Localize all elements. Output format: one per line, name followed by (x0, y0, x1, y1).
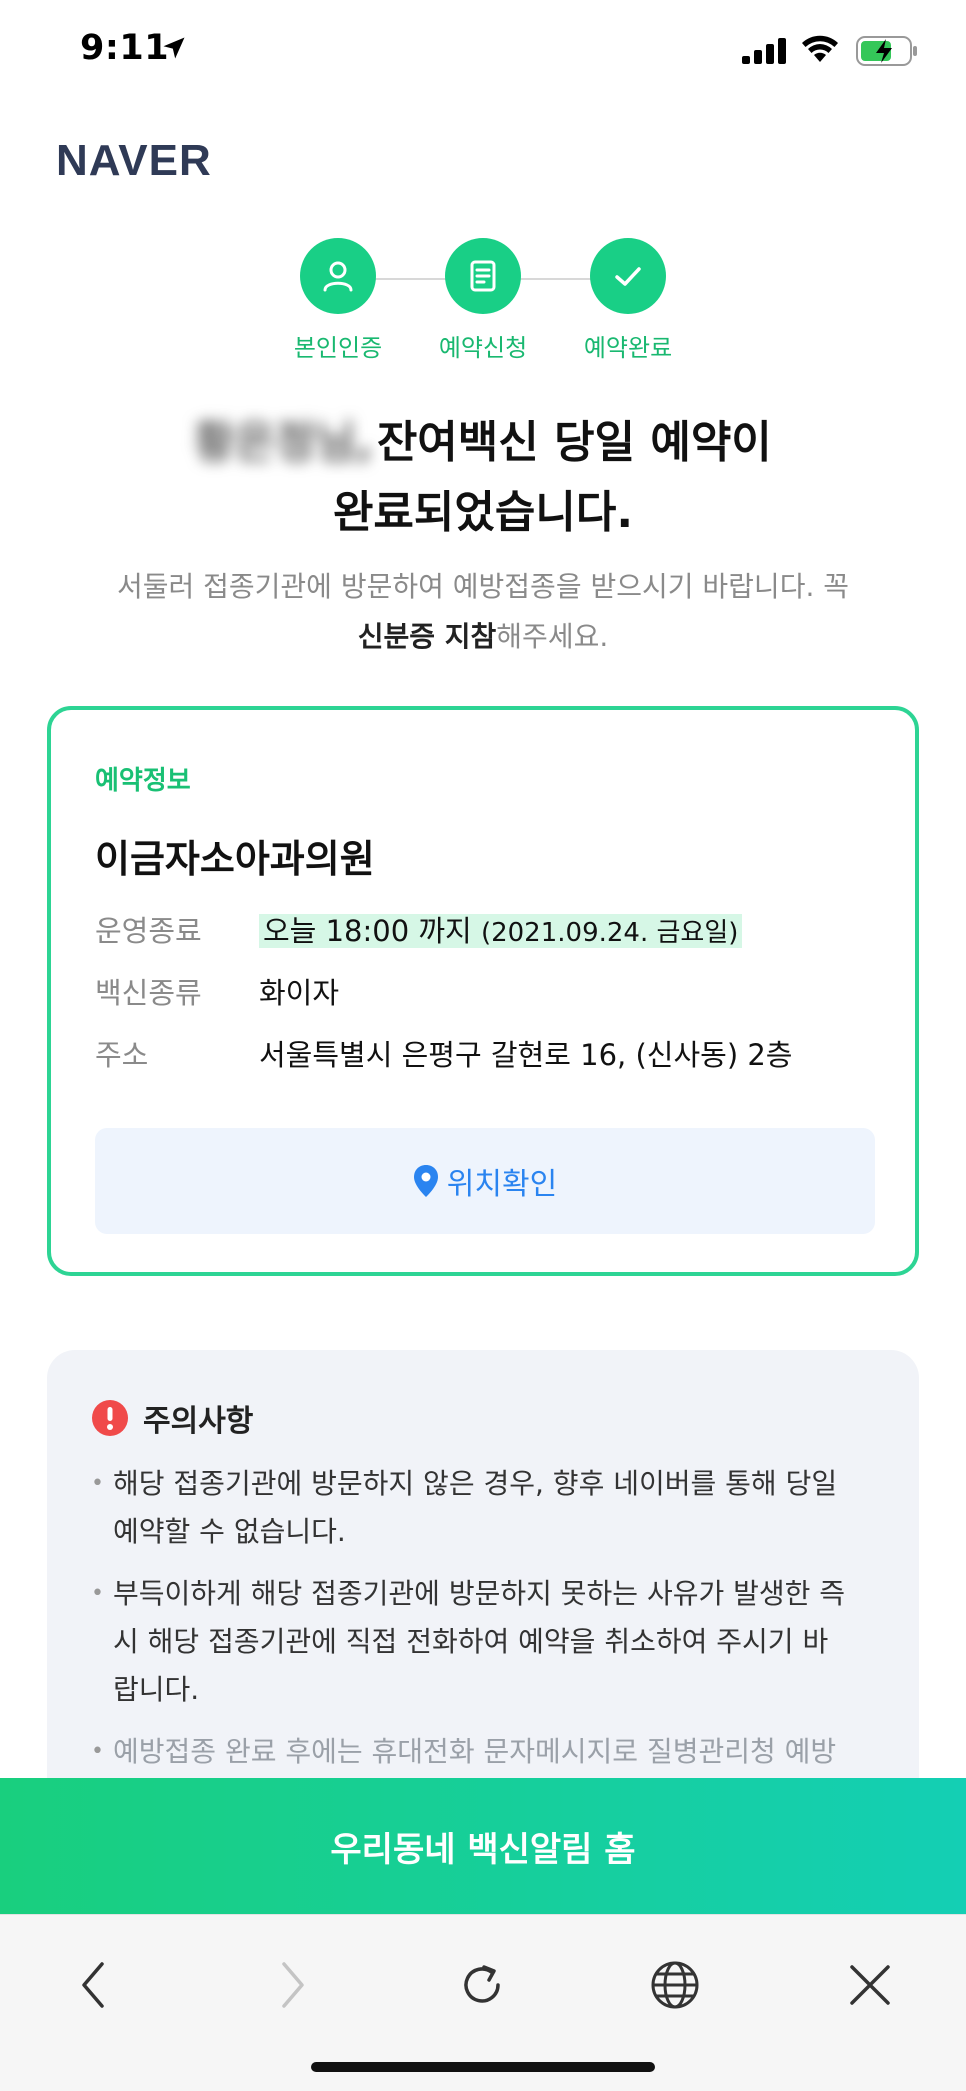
close-button[interactable] (840, 1955, 900, 2015)
notice-item: 해당 접종기관에 방문하지 않은 경우, 향후 네이버를 통해 당일 예약할 수… (91, 1460, 881, 1556)
card-tag: 예약정보 (95, 766, 191, 796)
info-label: 백신종류 (95, 976, 202, 1010)
back-icon (82, 1962, 104, 2008)
step-label: 본인인증 (293, 334, 383, 362)
forward-icon (282, 1962, 304, 2008)
close-icon (850, 1965, 890, 2005)
status-time: 9:11 (80, 28, 170, 68)
progress-steps: 본인인증 예약신청 예약완료 (0, 238, 966, 368)
location-arrow-icon (163, 37, 185, 59)
wifi-icon (802, 35, 838, 62)
cta-label: 우리동네 백신알림 홈 (330, 1829, 636, 1870)
step-label: 예약신청 (438, 334, 528, 362)
warning-icon (92, 1400, 128, 1436)
reservation-card: 예약정보 이금자소아과의원 운영종료 오늘 18:00 까지 (2021.09.… (47, 706, 919, 1276)
instruction-line1: 서둘러 접종기관에 방문하여 예방접종을 받으시기 바랍니다. 꼭 (116, 570, 850, 603)
globe-button[interactable] (645, 1955, 705, 2015)
title-line2: 완료되었습니다. (332, 487, 634, 538)
notice-header: 주의사항 (91, 1396, 253, 1440)
cellular-signal-icon (742, 38, 786, 64)
status-bar: 9:11 (0, 0, 966, 104)
location-button[interactable]: 위치확인 (95, 1128, 875, 1234)
check-icon (615, 267, 641, 286)
user-name-blurred: 황은정님, (194, 417, 373, 468)
step-complete: 예약완료 (553, 238, 703, 363)
info-label: 주소 (95, 1038, 149, 1072)
battery-charging-icon (856, 36, 917, 66)
info-value: 서울특별시 은평구 갈현로 16, (신사동) 2층 (259, 1038, 793, 1072)
step-request: 예약신청 (408, 238, 558, 363)
map-pin-icon (413, 1165, 438, 1197)
notice-title: 주의사항 (143, 1404, 254, 1439)
notice-item: 부득이하게 해당 접종기관에 방문하지 못하는 사유가 발생한 즉 시 해당 접… (91, 1570, 881, 1714)
instruction-text: 서둘러 접종기관에 방문하여 예방접종을 받으시기 바랍니다. 꼭 신분증 지참… (60, 562, 906, 662)
instruction-emphasis: 신분증 지참 (357, 620, 497, 653)
info-value: 화이자 (259, 976, 340, 1010)
naver-logo: NAVER (56, 136, 212, 185)
page-title: 황은정님,잔여백신 당일 예약이 완료되었습니다. (0, 408, 966, 548)
step-identity: 본인인증 (263, 238, 413, 363)
closing-time-highlight: 오늘 18:00 까지 (2021.09.24. 금요일) (259, 914, 743, 948)
info-value: 오늘 18:00 까지 (2021.09.24. 금요일) (259, 906, 743, 958)
globe-icon (651, 1961, 699, 2009)
back-button[interactable] (64, 1955, 124, 2015)
clinic-name: 이금자소아과의원 (95, 837, 375, 881)
instruction-tail: 해주세요. (496, 620, 609, 653)
home-indicator (311, 2062, 655, 2072)
reload-button[interactable] (452, 1955, 512, 2015)
vaccine-alert-home-button[interactable]: 우리동네 백신알림 홈 (0, 1778, 966, 1914)
forward-button[interactable] (262, 1955, 322, 2015)
notice-item: 예방접종 완료 후에는 휴대전화 문자메시지로 질병관리청 예방 (91, 1728, 881, 1776)
title-line1: 잔여백신 당일 예약이 (376, 417, 772, 468)
info-label: 운영종료 (95, 914, 202, 948)
document-icon (470, 260, 496, 292)
location-button-label: 위치확인 (446, 1167, 558, 1202)
step-label: 예약완료 (583, 334, 673, 362)
reload-icon (464, 1965, 500, 2003)
person-icon (323, 261, 353, 292)
